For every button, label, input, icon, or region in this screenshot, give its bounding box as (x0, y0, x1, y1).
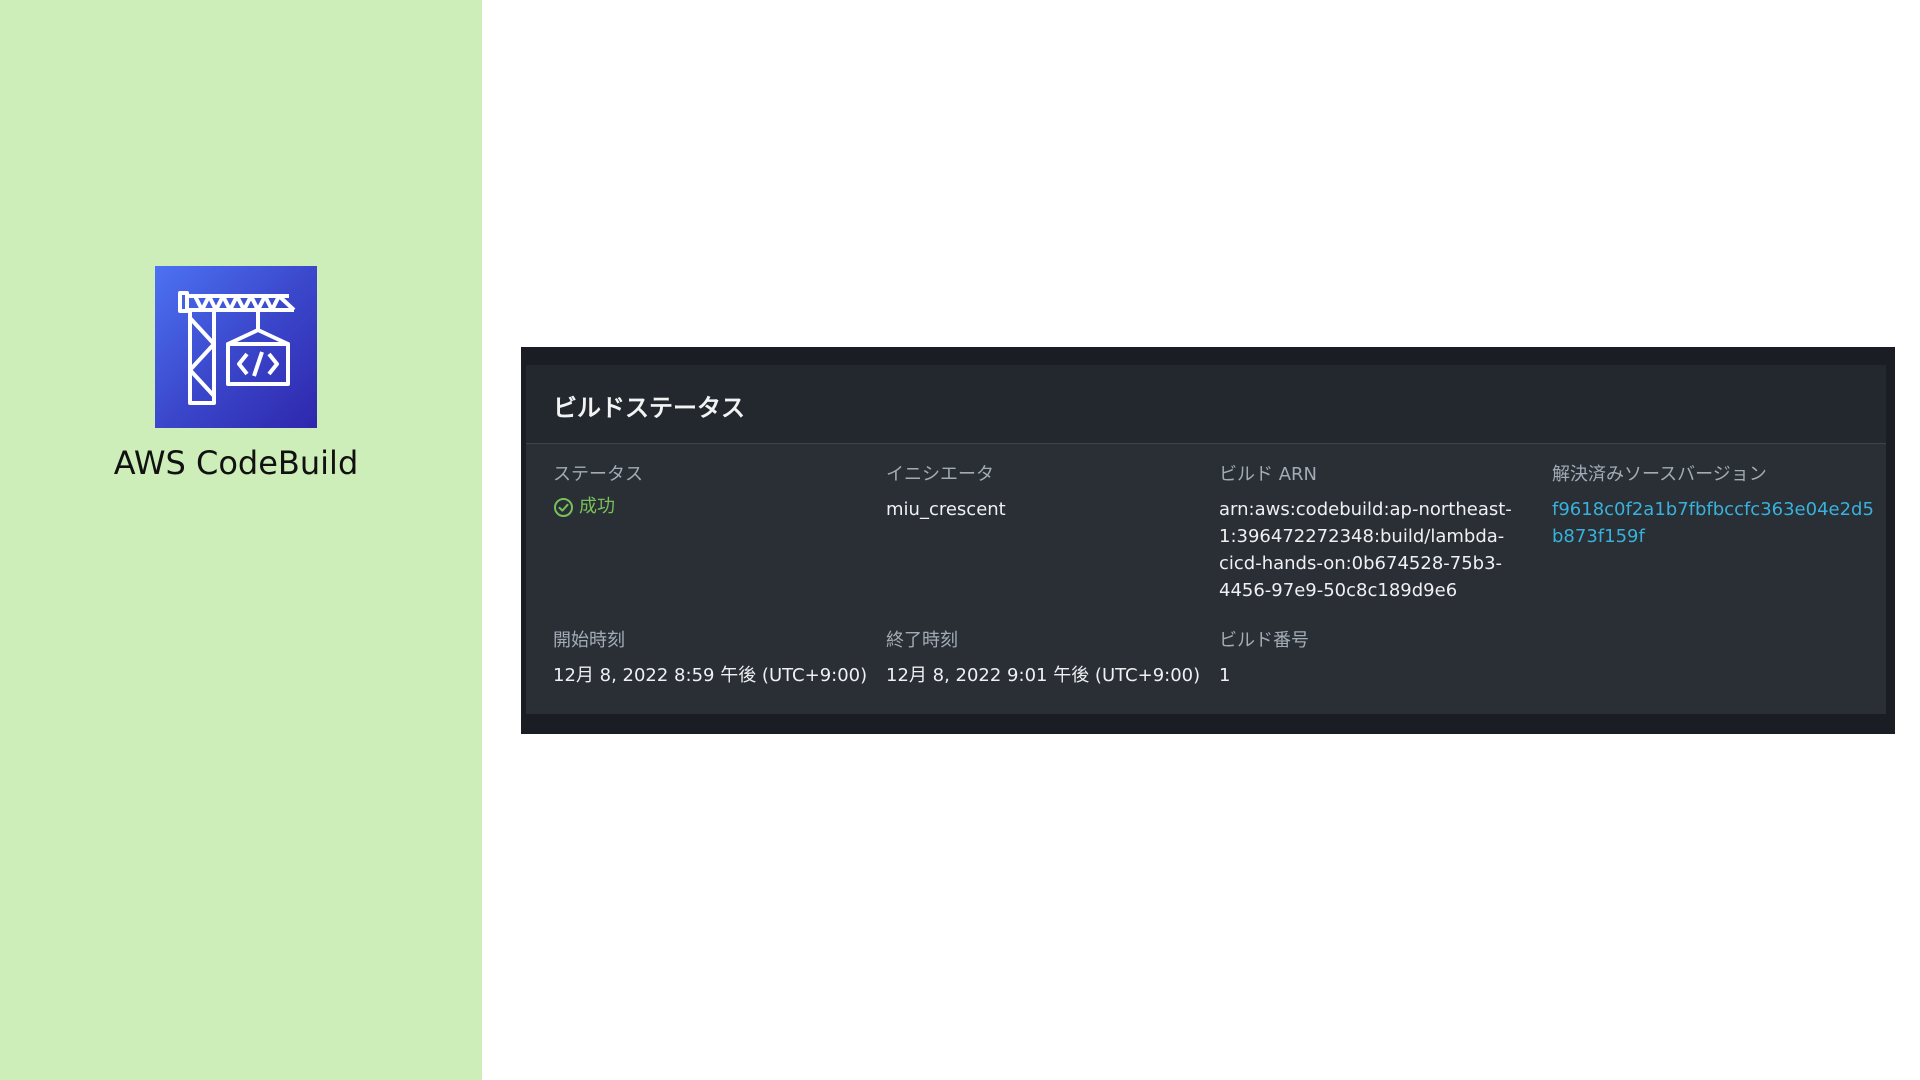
initiator-value: miu_crescent (886, 499, 1006, 520)
build-status-panel: ビルドステータス ステータス 成功 イニシエータ miu_crescent ビル… (526, 365, 1886, 714)
console-screenshot: ビルドステータス ステータス 成功 イニシエータ miu_crescent ビル… (521, 347, 1895, 734)
source-version-label: 解決済みソースバージョン (1552, 464, 1767, 485)
product-sidebar: AWS CodeBuild (0, 0, 482, 1080)
codebuild-logo (155, 266, 317, 428)
status-label: ステータス (553, 464, 643, 485)
build-arn-line: arn:aws:codebuild:ap-northeast- (1219, 499, 1512, 520)
end-time-value: 12月 8, 2022 9:01 午後 (UTC+9:00) (886, 665, 1201, 686)
build-arn-label: ビルド ARN (1219, 464, 1318, 485)
initiator-field: イニシエータ miu_crescent (886, 463, 1186, 523)
end-time-label: 終了時刻 (886, 630, 958, 651)
build-number-label: ビルド番号 (1219, 630, 1309, 651)
status-field: ステータス 成功 (553, 463, 853, 519)
product-name: AWS CodeBuild (113, 444, 359, 482)
source-version-line[interactable]: f9618c0f2a1b7fbfbccfc363e04e2d5 (1552, 496, 1874, 523)
source-version-line[interactable]: b873f159f (1552, 523, 1852, 550)
status-text: 成功 (579, 496, 615, 517)
start-time-value: 12月 8, 2022 8:59 午後 (UTC+9:00) (553, 665, 868, 686)
build-arn-value: arn:aws:codebuild:ap-northeast- 1:396472… (1219, 496, 1519, 604)
success-check-icon (554, 497, 573, 517)
end-time-field: 終了時刻 12月 8, 2022 9:01 午後 (UTC+9:00) (886, 629, 1201, 689)
build-number-value: 1 (1219, 665, 1231, 686)
build-arn-line: cicd-hands-on:0b674528-75b3- (1219, 553, 1503, 574)
start-time-field: 開始時刻 12月 8, 2022 8:59 午後 (UTC+9:00) (553, 629, 868, 689)
panel-title: ビルドステータス (553, 394, 745, 422)
build-number-field: ビルド番号 1 (1219, 629, 1519, 689)
start-time-label: 開始時刻 (553, 630, 625, 651)
source-version-field: 解決済みソースバージョン f9618c0f2a1b7fbfbccfc363e04… (1552, 463, 1874, 550)
codebuild-crane-icon (178, 291, 296, 405)
build-arn-line: 1:396472272348:build/lambda- (1219, 526, 1505, 547)
panel-header: ビルドステータス (526, 365, 1886, 444)
build-arn-line: 4456-97e9-50c8c189d9e6 (1219, 580, 1458, 601)
build-arn-field: ビルド ARN arn:aws:codebuild:ap-northeast- … (1219, 463, 1519, 604)
source-version-link[interactable]: f9618c0f2a1b7fbfbccfc363e04e2d5 b873f159… (1552, 496, 1874, 550)
status-value: 成功 (553, 495, 853, 519)
initiator-label: イニシエータ (886, 464, 994, 485)
